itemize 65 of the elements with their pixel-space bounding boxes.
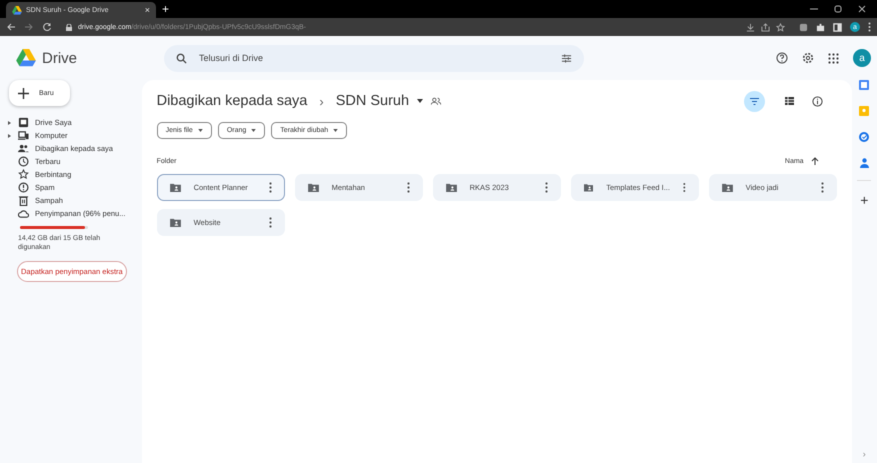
more-options-icon[interactable]: [268, 182, 272, 193]
storage-bar: [20, 226, 88, 229]
spam-icon: [18, 182, 29, 193]
forward-icon[interactable]: [24, 22, 34, 32]
filter-button[interactable]: [744, 90, 765, 112]
more-options-icon[interactable]: [406, 182, 410, 193]
star-icon[interactable]: [776, 22, 785, 32]
search-field[interactable]: Telusuri di Drive: [197, 52, 551, 64]
expand-icon[interactable]: [8, 120, 11, 124]
menu-icon[interactable]: [868, 22, 871, 32]
dropdown-icon: [333, 129, 338, 132]
search-options-icon[interactable]: [561, 52, 572, 64]
cloud-icon: [18, 208, 29, 219]
close-tab-button[interactable]: ×: [144, 5, 150, 15]
breadcrumb-separator: ›: [319, 94, 324, 108]
settings-icon[interactable]: [802, 52, 814, 64]
calendar-icon[interactable]: [859, 80, 870, 90]
arrow-up-icon[interactable]: [810, 157, 819, 165]
computer-icon: [18, 130, 29, 141]
more-options-icon[interactable]: [820, 182, 824, 193]
account-avatar[interactable]: a: [853, 49, 871, 67]
shared-folder-icon: [170, 218, 181, 227]
expand-icon[interactable]: [8, 134, 11, 138]
app-title: Drive: [42, 50, 78, 66]
reload-icon[interactable]: [42, 22, 52, 32]
drive-logo-icon: [16, 49, 36, 67]
add-button[interactable]: +: [860, 193, 868, 207]
tasks-icon[interactable]: [859, 132, 870, 142]
shared-folder-icon: [431, 96, 442, 106]
dropdown-icon: [198, 129, 203, 132]
new-tab-button[interactable]: +: [162, 3, 170, 15]
shared-folder-icon: [170, 183, 181, 192]
back-icon[interactable]: [6, 22, 16, 32]
search-bar[interactable]: Telusuri di Drive: [164, 44, 584, 72]
plus-icon: [18, 88, 29, 98]
people-icon: [18, 143, 29, 154]
more-options-icon[interactable]: [268, 217, 272, 228]
lock-icon: [66, 24, 72, 30]
list-view-icon[interactable]: [784, 97, 794, 105]
shared-folder-icon: [584, 183, 594, 192]
close-icon[interactable]: [857, 4, 867, 14]
help-icon[interactable]: [776, 52, 788, 64]
share-icon[interactable]: [761, 22, 770, 32]
star-icon: [18, 169, 29, 180]
info-icon[interactable]: [812, 96, 823, 106]
more-options-icon[interactable]: [544, 182, 548, 193]
shared-folder-icon: [446, 183, 457, 192]
contacts-icon[interactable]: [860, 158, 869, 168]
drive-logo-icon: [12, 6, 22, 14]
search-icon: [176, 52, 187, 64]
trash-icon: [18, 195, 29, 206]
side-panel-icon[interactable]: [833, 22, 842, 32]
shared-folder-icon: [722, 183, 733, 192]
drive-icon: [18, 117, 29, 128]
current-folder-button[interactable]: SDN Suruh: [336, 93, 410, 109]
dropdown-icon[interactable]: [417, 99, 424, 103]
apps-grid-icon[interactable]: [828, 52, 839, 64]
download-icon[interactable]: [746, 22, 755, 32]
more-options-icon[interactable]: [682, 182, 686, 193]
shared-folder-icon: [308, 183, 319, 192]
clock-icon: [18, 156, 29, 167]
dropdown-icon: [251, 129, 256, 132]
filter-icon: [750, 98, 759, 104]
breadcrumb-link[interactable]: Dibagikan kepada saya: [156, 93, 308, 109]
maximize-icon[interactable]: [833, 4, 843, 14]
